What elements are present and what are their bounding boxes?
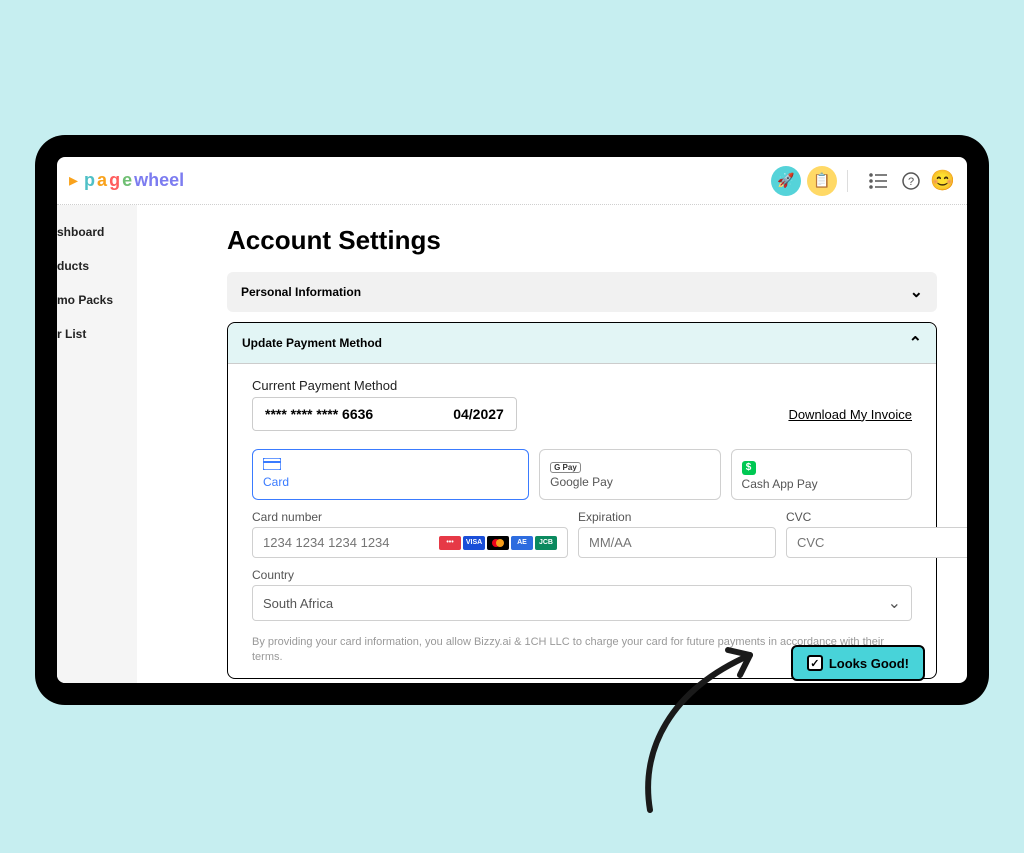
pay-option-cashapp[interactable]: $ Cash App Pay (731, 449, 912, 500)
card-number-label: Card number (252, 510, 568, 524)
cvc-input[interactable] (797, 535, 967, 550)
country-value: South Africa (263, 596, 333, 611)
device-frame: ▸ p a g e wheel 🚀 📋 ? 😊 shboard (35, 135, 989, 705)
visa-icon: VISA (463, 536, 485, 550)
accordion-title: Personal Information (241, 285, 361, 299)
list-icon[interactable] (868, 173, 890, 189)
pay-option-label: Card (263, 475, 289, 489)
jcb-icon: JCB (535, 536, 557, 550)
chevron-down-icon: ⌄ (888, 593, 901, 613)
card-expiry: 04/2027 (453, 406, 504, 422)
logo-char: a (97, 170, 107, 191)
looks-good-label: Looks Good! (829, 656, 909, 671)
help-icon[interactable]: ? (900, 172, 922, 190)
chevron-down-icon: ⌄ (910, 282, 923, 302)
sidebar-item-promo-packs[interactable]: mo Packs (57, 283, 137, 317)
check-icon: ✓ (807, 655, 823, 671)
download-invoice-link[interactable]: Download My Invoice (788, 407, 912, 422)
amex-icon: AE (511, 536, 533, 550)
card-brand-icons: ••• VISA AE JCB (439, 536, 557, 550)
sidebar-item-products[interactable]: ducts (57, 249, 137, 283)
accordion-body: Current Payment Method **** **** **** 66… (228, 364, 936, 678)
sidebar-item-list[interactable]: r List (57, 317, 137, 351)
divider (847, 170, 848, 192)
logo-char: wheel (134, 170, 184, 191)
smile-icon[interactable]: 😊 (930, 168, 955, 193)
card-number-input[interactable] (263, 535, 439, 550)
sidebar-item-dashboard[interactable]: shboard (57, 215, 137, 249)
current-card: **** **** **** 6636 04/2027 (252, 397, 517, 431)
masked-number: **** **** **** 6636 (265, 406, 373, 422)
page-title: Account Settings (227, 225, 937, 256)
svg-text:?: ? (908, 176, 914, 188)
chevron-up-icon: ⌃ (909, 333, 922, 353)
expiration-input[interactable] (589, 535, 765, 550)
main: Account Settings Personal Information ⌄ … (137, 205, 967, 683)
gpay-icon: G Pay (550, 458, 709, 473)
logo-char: g (109, 170, 120, 191)
expiration-label: Expiration (578, 510, 776, 524)
country-label: Country (252, 568, 912, 582)
sidebar: shboard ducts mo Packs r List (57, 205, 137, 683)
screen: ▸ p a g e wheel 🚀 📋 ? 😊 shboard (57, 157, 967, 683)
card-number-input-wrap: ••• VISA AE JCB (252, 527, 568, 558)
topbar: ▸ p a g e wheel 🚀 📋 ? 😊 (57, 157, 967, 205)
pay-option-label: Cash App Pay (742, 477, 818, 491)
accordion-payment-method: Update Payment Method ⌃ Current Payment … (227, 322, 937, 679)
pay-option-gpay[interactable]: G Pay Google Pay (539, 449, 720, 500)
looks-good-button[interactable]: ✓ Looks Good! (791, 645, 925, 681)
mastercard-icon (487, 536, 509, 550)
tablet-button[interactable]: 📋 (807, 166, 837, 196)
logo[interactable]: p a g e wheel (84, 170, 184, 191)
pay-option-label: Google Pay (550, 475, 613, 489)
accordion-header[interactable]: Update Payment Method ⌃ (228, 323, 936, 364)
pay-option-card[interactable]: Card (252, 449, 529, 500)
body: shboard ducts mo Packs r List Account Se… (57, 205, 967, 683)
current-payment-label: Current Payment Method (252, 378, 912, 393)
accordion-title: Update Payment Method (242, 336, 382, 350)
card-icon (263, 458, 518, 473)
arrow-left-icon[interactable]: ▸ (69, 170, 78, 191)
logo-char: e (122, 170, 132, 191)
cashapp-icon: $ (742, 458, 901, 475)
rocket-button[interactable]: 🚀 (771, 166, 801, 196)
logo-char: p (84, 170, 95, 191)
cvc-label: CVC (786, 510, 967, 524)
accordion-personal-info[interactable]: Personal Information ⌄ (227, 272, 937, 312)
cc-icon: ••• (439, 536, 461, 550)
country-select[interactable]: South Africa ⌄ (252, 585, 912, 621)
